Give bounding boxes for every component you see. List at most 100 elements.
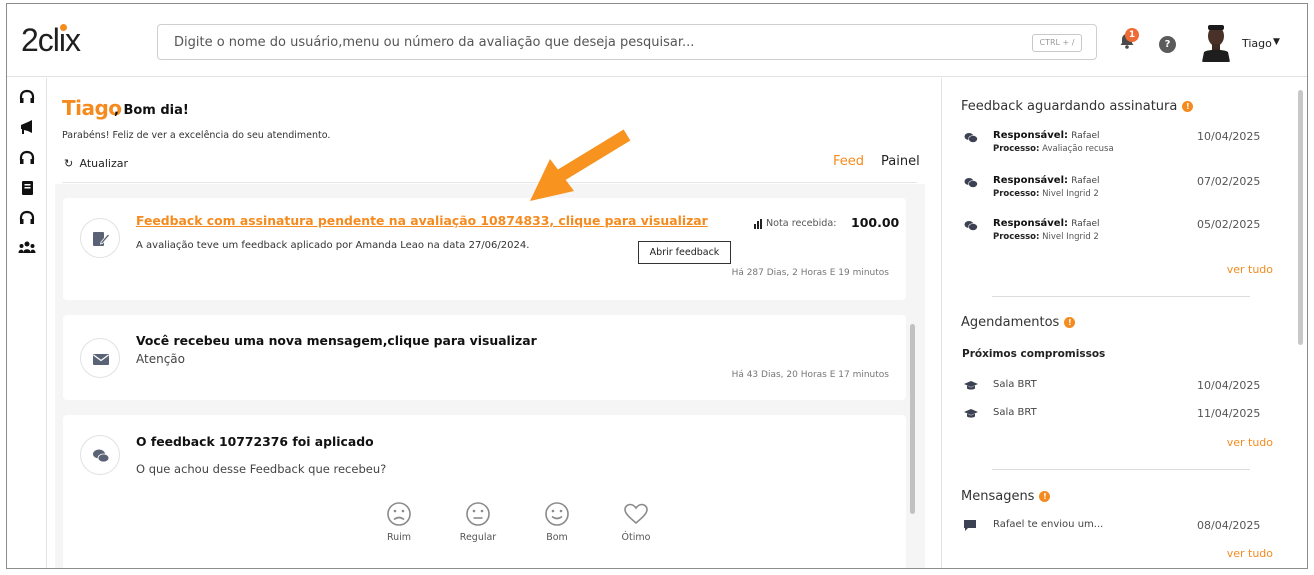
feed-list: Feedback com assinatura pendente na aval…: [55, 184, 925, 568]
upcoming-subheading: Próximos compromissos: [962, 348, 1106, 360]
resp-label: Responsável:: [993, 175, 1069, 186]
feed-card-question: O que achou desse Feedback que recebeu?: [136, 462, 387, 476]
search-placeholder[interactable]: Digite o nome do usuário,menu ou número …: [174, 35, 694, 50]
user-name[interactable]: Tiago: [1242, 37, 1272, 50]
chat-icon: [964, 178, 978, 188]
refresh-button[interactable]: ↻ Atualizar: [64, 157, 128, 170]
info-badge: !: [1064, 317, 1076, 328]
processo: Processo: Nivel Ingrid 2: [993, 232, 1099, 242]
resp-label: Responsável:: [993, 218, 1069, 229]
chevron-down-icon[interactable]: ▼: [1273, 37, 1280, 47]
heart-icon: [624, 503, 648, 525]
feed-scrollbar[interactable]: [910, 324, 915, 514]
chat-icon: [964, 133, 978, 143]
bar-chart-icon: [754, 219, 762, 229]
rating-otimo[interactable]: Ótimo: [606, 501, 666, 543]
help-icon[interactable]: ?: [1159, 36, 1176, 53]
message-date: 08/04/2025: [1197, 519, 1261, 532]
neutral-face-icon: [466, 502, 490, 526]
chat-icon: [93, 449, 110, 463]
rating-label: Ruim: [386, 532, 412, 543]
headset-icon[interactable]: [18, 209, 36, 227]
resp-value: Rafael: [1071, 219, 1100, 229]
appointment-title: Sala BRT: [993, 407, 1037, 418]
headset-icon[interactable]: [18, 88, 36, 106]
item-date: 10/04/2025: [1197, 130, 1261, 143]
rating-label: Bom: [546, 532, 568, 543]
feedback-pending-heading: Feedback aguardando assinatura!: [961, 99, 1194, 114]
list-item[interactable]: Sala BRT 10/04/2025: [964, 379, 1264, 395]
resp-label: Responsável:: [993, 130, 1069, 141]
responsavel: Responsável: Rafael: [993, 130, 1100, 141]
chat-icon: [964, 221, 978, 231]
megaphone-icon[interactable]: [18, 118, 36, 136]
feed-card-subtitle: Atenção: [136, 352, 185, 366]
section-title: Agendamentos: [961, 315, 1060, 330]
mensagens-heading: Mensagens!: [961, 489, 1051, 504]
greeting-name: Tiago: [62, 96, 122, 120]
feed-card-message[interactable]: Você recebeu uma nova mensagem,clique pa…: [63, 315, 906, 400]
feed-card-title: O feedback 10772376 foi aplicado: [136, 434, 374, 449]
greeting-text: , Bom dia!: [114, 103, 189, 118]
happy-face-icon: [545, 502, 569, 526]
logo-dot: [60, 24, 67, 31]
left-sidebar: [7, 78, 47, 568]
feed-card-icon: [80, 218, 120, 258]
graduation-cap-icon: [964, 409, 978, 418]
users-icon[interactable]: [18, 239, 36, 257]
divider: [992, 296, 1250, 297]
rating-regular[interactable]: Regular: [448, 501, 508, 543]
info-badge: !: [1039, 491, 1051, 502]
responsavel: Responsável: Rafael: [993, 175, 1100, 186]
feed-card-time: Há 43 Dias, 20 Horas E 17 minutos: [731, 370, 889, 380]
refresh-icon: ↻: [64, 157, 74, 170]
annotation-arrow-icon: [530, 129, 631, 201]
proc-value: Avaliação recusa: [1042, 144, 1114, 154]
proc-value: Nivel Ingrid 2: [1042, 232, 1099, 242]
list-item[interactable]: Rafael te enviou um... 08/04/2025: [964, 519, 1264, 535]
proc-label: Processo:: [993, 144, 1040, 154]
score-value: 100.00: [851, 215, 900, 230]
divider: [62, 182, 917, 183]
search-input[interactable]: Digite o nome do usuário,menu ou número …: [157, 24, 1097, 60]
app-window: 2clix Digite o nome do usuário,menu ou n…: [6, 3, 1308, 569]
see-all-link[interactable]: ver tudo: [1227, 263, 1273, 276]
score-label: Nota recebida:: [766, 218, 837, 229]
feed-card-icon: [80, 435, 120, 475]
search-shortcut-badge: CTRL + /: [1032, 34, 1082, 52]
section-title: Feedback aguardando assinatura: [961, 99, 1178, 114]
tooltip-open-feedback: Abrir feedback: [638, 241, 731, 264]
processo: Processo: Avaliação recusa: [993, 144, 1114, 154]
appointment-date: 10/04/2025: [1197, 379, 1261, 392]
item-date: 07/02/2025: [1197, 175, 1261, 188]
feed-card-title-link[interactable]: Feedback com assinatura pendente na aval…: [136, 213, 708, 228]
proc-label: Processo:: [993, 189, 1040, 199]
right-panel-scrollbar[interactable]: [1298, 90, 1303, 345]
feed-card-title[interactable]: Você recebeu uma nova mensagem,clique pa…: [136, 333, 537, 348]
avatar[interactable]: [1200, 22, 1232, 62]
list-item[interactable]: Sala BRT 11/04/2025: [964, 407, 1264, 423]
processo: Processo: Nivel Ingrid 2: [993, 189, 1099, 199]
responsavel: Responsável: Rafael: [993, 218, 1100, 229]
signature-icon: [93, 232, 110, 246]
rating-ruim[interactable]: Ruim: [369, 501, 429, 543]
see-all-link[interactable]: ver tudo: [1227, 436, 1273, 449]
feed-card-icon: [80, 338, 120, 378]
see-all-link[interactable]: ver tudo: [1227, 547, 1273, 560]
feed-card-feedback-pending[interactable]: Feedback com assinatura pendente na aval…: [63, 198, 906, 300]
sad-face-icon: [387, 502, 411, 526]
proc-value: Nivel Ingrid 2: [1042, 189, 1099, 199]
top-header: 2clix Digite o nome do usuário,menu ou n…: [7, 4, 1307, 77]
feed-card-feedback-applied[interactable]: O feedback 10772376 foi aplicado O que a…: [63, 415, 906, 568]
tab-painel[interactable]: Painel: [881, 154, 920, 169]
book-icon[interactable]: [18, 179, 36, 197]
headset-icon[interactable]: [18, 149, 36, 167]
rating-bom[interactable]: Bom: [527, 501, 587, 543]
feed-card-body: A avaliação teve um feedback aplicado po…: [136, 240, 530, 251]
app-logo[interactable]: 2clix: [21, 22, 81, 59]
message-preview: Rafael te enviou um...: [993, 519, 1104, 530]
section-title: Mensagens: [961, 489, 1035, 504]
tab-feed[interactable]: Feed: [833, 154, 864, 169]
agendamentos-heading: Agendamentos!: [961, 315, 1076, 330]
appointment-title: Sala BRT: [993, 379, 1037, 390]
